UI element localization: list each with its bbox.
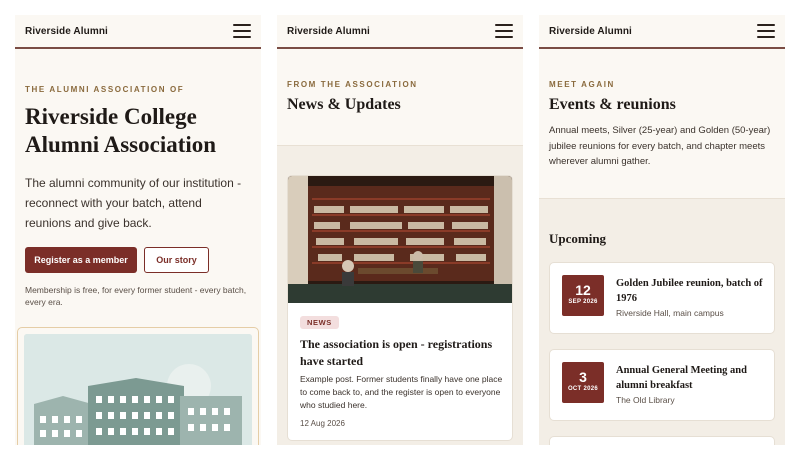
event-date-badge: 3 OCT 2026: [562, 362, 604, 403]
hero-eyebrow: THE ALUMNI ASSOCIATION OF: [25, 85, 185, 94]
campus-illustration: [24, 334, 252, 445]
home-screen: Riverside Alumni THE ALUMNI ASSOCIATION …: [15, 15, 261, 445]
news-post-title[interactable]: The association is open - registrations …: [300, 336, 505, 370]
membership-note: Membership is free, for every former stu…: [25, 285, 247, 307]
news-post-card[interactable]: NEWS The association is open - registrat…: [287, 175, 513, 441]
event-day: 12: [575, 282, 591, 298]
news-section-title: News & Updates: [287, 96, 401, 113]
event-day: 3: [579, 369, 587, 385]
upcoming-heading: Upcoming: [549, 231, 607, 246]
event-card[interactable]: [549, 436, 775, 445]
page-title: Riverside College Alumni Association: [25, 104, 217, 157]
events-screen: Riverside Alumni MEET AGAIN Events & reu…: [539, 15, 785, 445]
top-bar: Riverside Alumni: [15, 15, 261, 49]
news-screen: Riverside Alumni FROM THE ASSOCIATION Ne…: [277, 15, 523, 445]
hero-illustration-card: [17, 327, 259, 445]
event-card[interactable]: 12 SEP 2026 Golden Jubilee reunion, batc…: [549, 262, 775, 334]
event-title[interactable]: Golden Jubilee reunion, batch of 1976: [616, 276, 766, 306]
brand-logo[interactable]: Riverside Alumni: [287, 26, 370, 37]
events-eyebrow: MEET AGAIN: [549, 80, 615, 89]
events-intro: Annual meets, Silver (25-year) and Golde…: [549, 125, 771, 167]
event-card[interactable]: 3 OCT 2026 Annual General Meeting and al…: [549, 349, 775, 421]
event-month: OCT 2026: [567, 386, 599, 392]
hero-lead: The alumni community of our institution …: [25, 176, 242, 230]
event-title[interactable]: Annual General Meeting and alumni breakf…: [616, 363, 766, 393]
news-post-excerpt: Example post. Former students finally ha…: [300, 374, 503, 410]
our-story-button[interactable]: Our story: [144, 247, 209, 273]
menu-icon[interactable]: [233, 24, 251, 38]
news-post-date: 12 Aug 2026: [300, 419, 345, 428]
top-bar: Riverside Alumni: [539, 15, 785, 49]
library-photo: [288, 176, 512, 303]
news-eyebrow: FROM THE ASSOCIATION: [287, 80, 418, 89]
event-location: Riverside Hall, main campus: [616, 308, 724, 318]
library-image-icon: [288, 176, 512, 303]
menu-icon[interactable]: [757, 24, 775, 38]
events-section-title: Events & reunions: [549, 96, 676, 113]
event-location: The Old Library: [616, 395, 675, 405]
register-button[interactable]: Register as a member: [25, 247, 137, 273]
brand-logo[interactable]: Riverside Alumni: [25, 26, 108, 37]
event-date-badge: 12 SEP 2026: [562, 275, 604, 316]
campus-buildings-icon: [24, 334, 252, 445]
top-bar: Riverside Alumni: [277, 15, 523, 49]
news-tag-badge: NEWS: [300, 316, 339, 329]
menu-icon[interactable]: [495, 24, 513, 38]
event-month: SEP 2026: [568, 299, 598, 305]
brand-logo[interactable]: Riverside Alumni: [549, 26, 632, 37]
